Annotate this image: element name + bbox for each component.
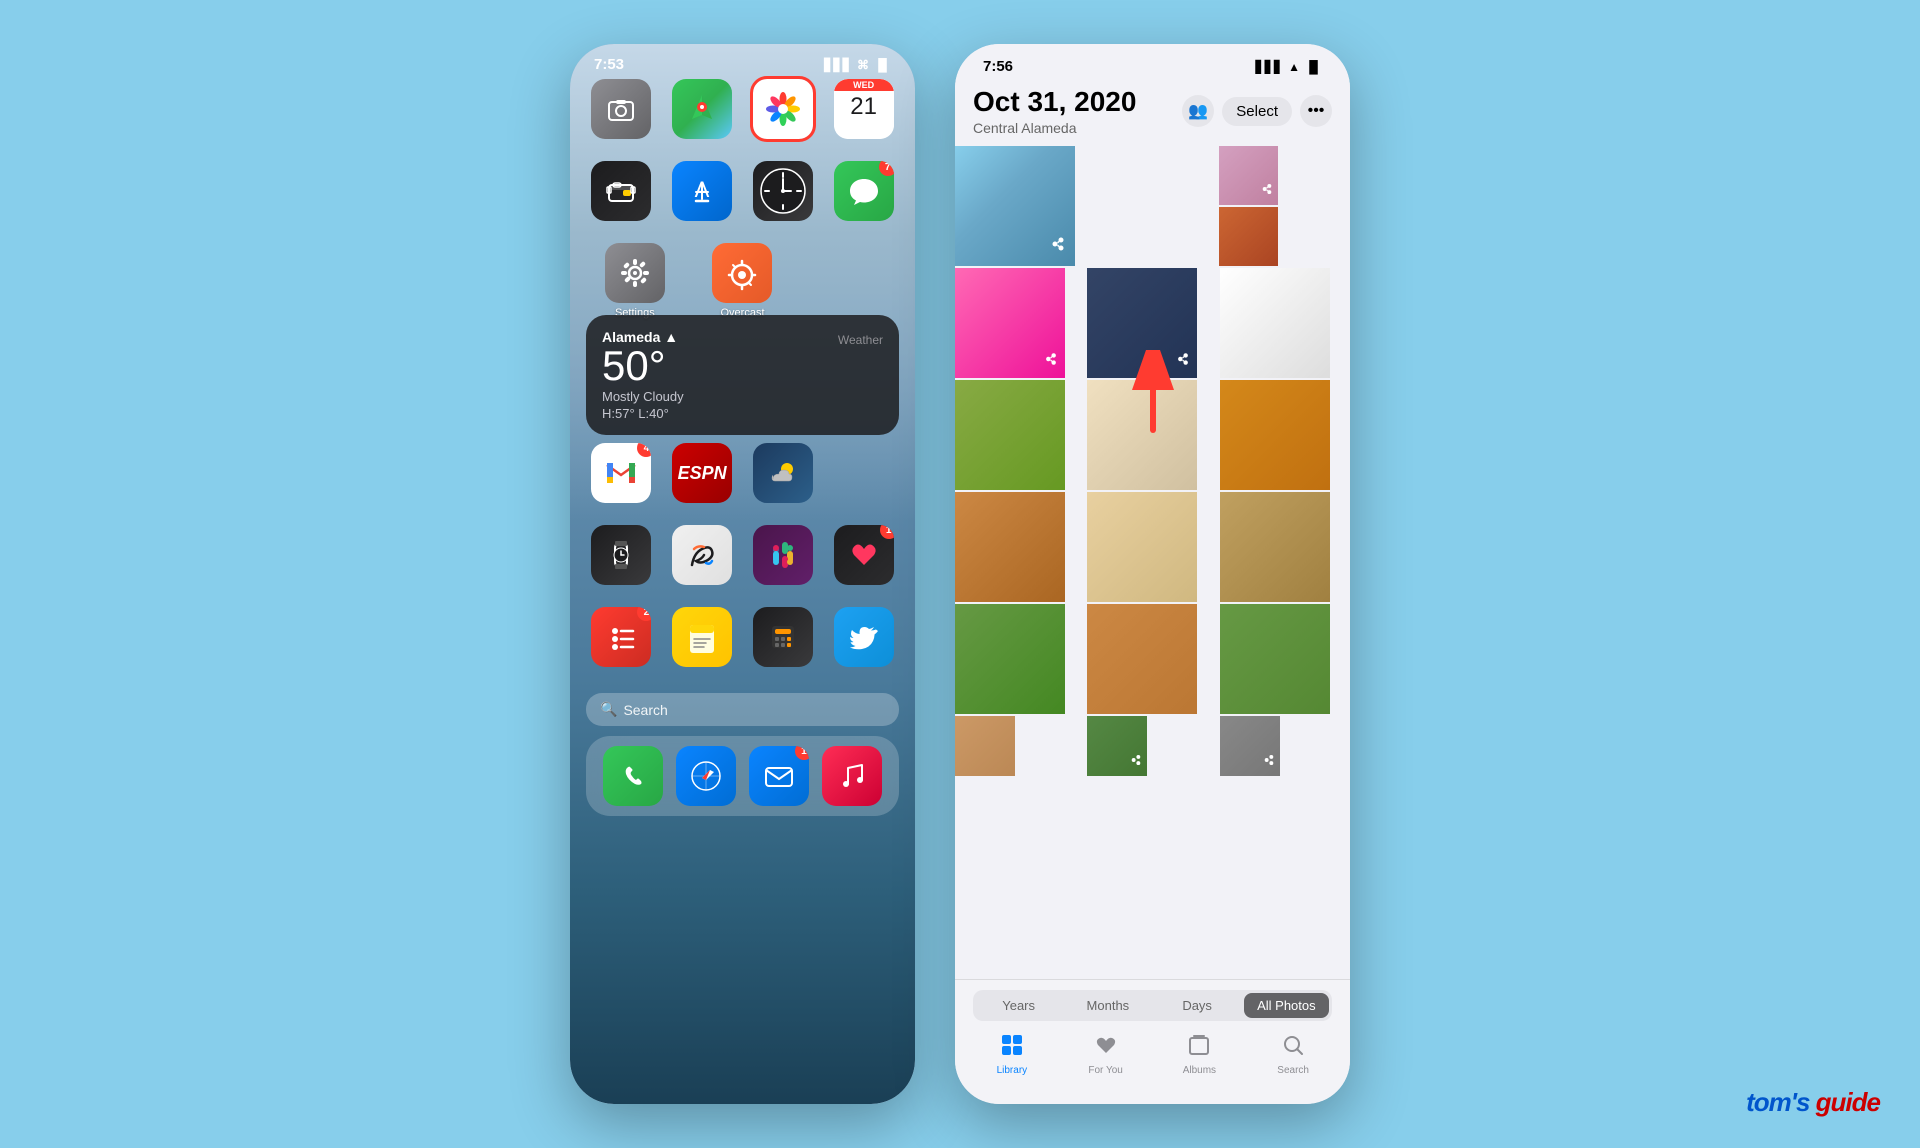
battery-icon-right: ▐▌ [1305, 60, 1322, 74]
tab-search[interactable]: Search [1246, 1029, 1340, 1080]
photo-cell[interactable] [1220, 268, 1330, 378]
tab-albums-label: Albums [1183, 1065, 1216, 1076]
segment-months[interactable]: Months [1065, 993, 1150, 1018]
guide-text: guide [1816, 1087, 1880, 1117]
dock-phone[interactable] [602, 746, 665, 806]
select-button[interactable]: Select [1222, 97, 1292, 126]
photo-cell[interactable] [1087, 604, 1197, 714]
tab-albums[interactable]: Albums [1153, 1029, 1247, 1080]
photo-cell[interactable] [955, 604, 1065, 714]
shared-icon-small [1260, 182, 1274, 201]
dock: 1 [586, 736, 899, 816]
shared-icon [1262, 753, 1276, 772]
shared-icon [1175, 351, 1191, 372]
photo-cell[interactable] [1219, 146, 1278, 205]
wifi-icon-right: ▲ [1288, 60, 1300, 74]
library-icon [1000, 1033, 1024, 1063]
tab-library-label: Library [997, 1065, 1028, 1076]
search-label: Search [623, 702, 667, 718]
widget-temp: 50° [602, 345, 678, 387]
wifi-icon: ⌘ [857, 58, 869, 72]
photos-tabs: Years Months Days All Photos Library For… [955, 979, 1350, 1104]
shared-albums-button[interactable]: 👥 [1182, 95, 1214, 127]
search-icon: 🔍 [600, 701, 617, 718]
tab-foryou[interactable]: For You [1059, 1029, 1153, 1080]
signal-icon: ▋▋▋ [824, 58, 852, 72]
dock-mail[interactable]: 1 [748, 746, 811, 806]
photo-cell[interactable] [1087, 380, 1197, 490]
photo-cell[interactable] [1220, 380, 1330, 490]
tab-foryou-label: For You [1088, 1065, 1122, 1076]
dock-music[interactable] [820, 746, 883, 806]
photos-location: Central Alameda [973, 120, 1136, 136]
photo-row-3 [955, 380, 1350, 490]
app-icon-settings[interactable]: Settings [586, 243, 684, 319]
app-icon-overcast[interactable]: Overcast [694, 243, 792, 319]
tab-bar: Library For You Albums Search [955, 1029, 1350, 1080]
photo-cell[interactable] [955, 492, 1065, 602]
photo-grid-container [955, 146, 1350, 776]
dock-safari[interactable] [675, 746, 738, 806]
tab-search-label: Search [1277, 1065, 1309, 1076]
photo-row-4 [955, 492, 1350, 602]
tab-library[interactable]: Library [965, 1029, 1059, 1080]
segment-years[interactable]: Years [976, 993, 1061, 1018]
search-tab-icon [1281, 1033, 1305, 1063]
photos-header: Oct 31, 2020 Central Alameda 👥 Select ••… [955, 83, 1350, 146]
photo-cell[interactable] [955, 268, 1065, 378]
photo-row-2 [955, 268, 1350, 378]
more-button[interactable]: ••• [1300, 95, 1332, 127]
photo-cell[interactable] [1087, 492, 1197, 602]
status-icons: ▋▋▋ ⌘ ▐▌ [824, 58, 891, 72]
toms-guide-watermark: tom's guide [1746, 1087, 1880, 1118]
photo-cell[interactable] [1087, 268, 1197, 378]
weather-widget[interactable]: Alameda ▲ 50° Weather Mostly Cloudy H:57… [586, 315, 899, 435]
photo-row-6 [955, 716, 1350, 776]
photo-cell[interactable] [955, 380, 1065, 490]
status-time-right: 7:56 [983, 58, 1013, 75]
photo-row-1 [955, 146, 1350, 266]
status-bar-right: 7:56 ▋▋▋ ▲ ▐▌ [955, 44, 1350, 83]
photo-cell[interactable] [1220, 492, 1330, 602]
photo-cell[interactable] [1220, 604, 1330, 714]
photo-cell[interactable] [955, 716, 1015, 776]
photo-cell[interactable] [1087, 716, 1147, 776]
shared-icon [1129, 753, 1143, 772]
photo-col-right [1219, 146, 1350, 266]
right-phone: 7:56 ▋▋▋ ▲ ▐▌ Oct 31, 2020 Central Alame… [955, 44, 1350, 1104]
photo-cell[interactable] [955, 146, 1075, 266]
signal-icon-right: ▋▋▋ [1255, 60, 1283, 74]
shared-icon [1049, 235, 1067, 258]
status-bar-left: 7:53 ▋▋▋ ⌘ ▐▌ [570, 44, 915, 79]
widget-condition: Mostly Cloudy [602, 389, 883, 404]
left-phone: 7:53 ▋▋▋ ⌘ ▐▌ Camera [570, 44, 915, 1104]
search-bar[interactable]: 🔍 Search [586, 693, 899, 726]
photo-cell[interactable] [1219, 207, 1278, 266]
shared-icon [1043, 351, 1059, 372]
battery-icon: ▐▌ [874, 58, 891, 72]
status-time: 7:53 [594, 56, 624, 73]
photo-row-5 [955, 604, 1350, 714]
widget-hi-lo: H:57° L:40° [602, 406, 883, 421]
widget-app-name: Weather [838, 329, 883, 347]
albums-icon [1187, 1033, 1211, 1063]
foryou-icon [1094, 1033, 1118, 1063]
photo-cell[interactable] [1220, 716, 1280, 776]
photos-date: Oct 31, 2020 [973, 87, 1136, 118]
segment-days[interactable]: Days [1155, 993, 1240, 1018]
status-icons-right: ▋▋▋ ▲ ▐▌ [1255, 60, 1322, 74]
segment-bar: Years Months Days All Photos [973, 990, 1332, 1021]
segment-all-photos[interactable]: All Photos [1244, 993, 1329, 1018]
